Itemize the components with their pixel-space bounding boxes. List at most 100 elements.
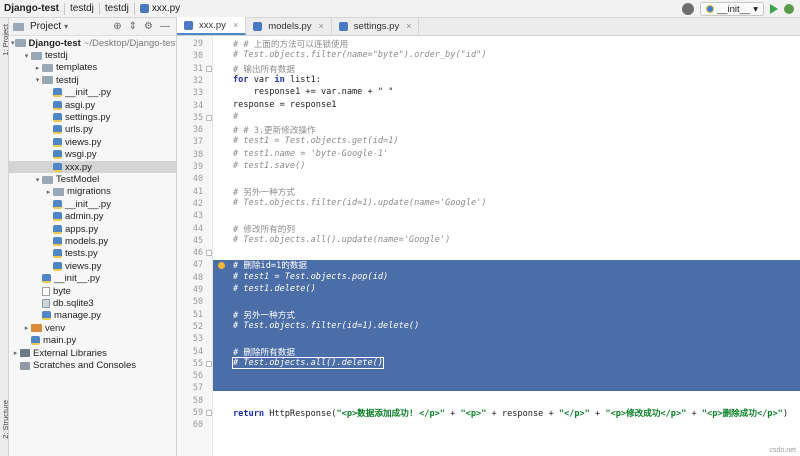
code-text: ) [782,409,789,419]
line-number: 34 [192,99,203,110]
chevron-right-icon[interactable]: ▸ [33,64,42,72]
tree-file[interactable]: __init__.py [9,87,176,99]
code-line: # Test.objects.filter(id=1).delete() [233,321,419,331]
line-number: 38 [192,148,203,159]
tree-item-label: models.py [65,236,109,248]
folder-icon [14,39,26,48]
locate-icon[interactable]: ⊕ [113,21,121,32]
tab-settings-py[interactable]: settings.py × [332,17,420,35]
tree-file[interactable]: settings.py [9,111,176,123]
tree-file[interactable]: xxx.py [9,161,176,174]
gear-icon[interactable]: ⚙ [144,21,153,32]
tree-file[interactable]: Scratches and Consoles [9,359,176,371]
fold-marker-icon[interactable] [206,360,212,367]
chevron-down-icon[interactable]: ▾ [64,22,68,31]
python-file-icon [53,113,62,123]
line-number: 48 [192,271,203,282]
fold-marker-icon[interactable] [206,410,212,416]
chevron-down-icon[interactable]: ▾ [11,39,15,47]
tree-folder[interactable]: ▾ TestModel [9,173,176,185]
chevron-down-icon[interactable]: ▾ [33,76,42,84]
tree-folder[interactable]: ▾ testdj [9,49,176,61]
tree-file[interactable]: __init__.py [9,273,176,285]
run-configuration-dropdown[interactable]: __init__ ▾ [699,2,764,16]
tab-label: models.py [268,20,312,32]
tree-item-label: venv [45,322,66,334]
close-icon[interactable]: × [406,21,411,31]
tree-folder[interactable]: ▸ templates [9,62,176,74]
line-number: 35 [192,111,203,122]
tree-file[interactable]: admin.py [9,211,176,223]
code-text: response1 += var.name + " " [233,87,394,98]
folder-icon [31,324,42,333]
tree-file[interactable]: db.sqlite3 [9,297,176,309]
tree-item-path: ~/Desktop/Django-test [83,37,177,49]
breadcrumb-folder-2[interactable]: testdj [101,0,133,18]
tab-label: settings.py [353,20,400,32]
line-number: 53 [192,333,203,344]
project-panel-title[interactable]: Project [30,21,61,32]
tree-file[interactable]: models.py [9,235,176,248]
breadcrumb-folder-1[interactable]: testdj [66,0,98,18]
python-file-icon [53,100,62,110]
code-line: response = response1 [233,100,336,110]
tree-file[interactable]: manage.py [9,310,176,322]
tree-file[interactable]: views.py [9,260,176,272]
chevron-down-icon[interactable]: ▾ [22,52,31,60]
run-icon[interactable] [770,4,778,14]
hide-icon[interactable]: — [160,21,170,32]
comment-text: # # 上面的方法可以连锁使用 [233,40,349,50]
python-file-icon [53,88,62,98]
code-text: + [444,409,461,419]
tree-file[interactable]: asgi.py [9,99,176,111]
breadcrumb-project[interactable]: Django-test [0,0,63,18]
line-number: 36 [192,124,203,135]
tree-file[interactable]: apps.py [9,223,176,235]
chevron-right-icon[interactable]: ▸ [22,324,31,332]
tree-file[interactable]: urls.py [9,124,176,136]
tree-item-label: byte [53,285,71,297]
tree-folder[interactable]: ▸ migrations [9,186,176,198]
tree-folder[interactable]: ▸ venv [9,322,176,334]
breadcrumb-file[interactable]: xxx.py [136,0,184,18]
tree-file[interactable]: wsgi.py [9,149,176,161]
close-icon[interactable]: × [319,21,324,31]
fold-marker-icon[interactable] [206,114,212,121]
fold-marker-icon[interactable] [206,250,212,257]
tree-file[interactable]: main.py [9,335,176,347]
python-file-icon [53,137,62,147]
tree-file[interactable]: __init__.py [9,198,176,210]
tree-file[interactable]: views.py [9,136,176,148]
comment-text: # 另外一种方式 [233,187,295,198]
code-text: list1: [284,74,321,85]
close-icon[interactable]: × [233,20,238,30]
tree-file[interactable]: tests.py [9,248,176,260]
python-icon [705,5,714,13]
project-panel-header: Project ▾ ⊕ ⇕ ⚙ — [9,18,176,36]
keyword: in [274,74,285,85]
line-number: 41 [192,185,203,196]
python-file-icon [338,21,348,31]
tree-item-label: External Libraries [33,347,107,359]
string-literal: "<p>数据添加成功! </p>" [336,409,445,419]
debug-icon[interactable] [784,4,794,14]
chevron-right-icon[interactable]: ▸ [11,349,20,357]
chevron-down-icon[interactable]: ▾ [33,176,42,184]
user-icon[interactable] [681,3,694,15]
tree-folder[interactable]: ▾ Django-test ~/Desktop/Django-test [9,37,177,49]
tree-folder[interactable]: ▾ testdj [9,74,176,86]
line-number: 37 [192,136,203,147]
fold-marker-icon[interactable] [206,65,212,72]
collapse-icon[interactable]: ⇕ [129,21,137,32]
folder-icon [31,51,42,60]
tab-xxx-py[interactable]: xxx.py × [177,17,247,35]
python-file-icon [53,249,62,259]
tree-file[interactable]: byte [9,285,176,297]
chevron-right-icon[interactable]: ▸ [44,188,53,196]
tab-models-py[interactable]: models.py × [246,17,332,35]
keyword: for [233,74,249,85]
tree-file[interactable]: ▸ External Libraries [9,347,176,359]
lightbulb-icon[interactable] [218,262,225,269]
comment-text: # 输出所有数据 [233,64,295,75]
selected-comment-text: # test1 = Test.objects.pop(id) [233,271,389,282]
